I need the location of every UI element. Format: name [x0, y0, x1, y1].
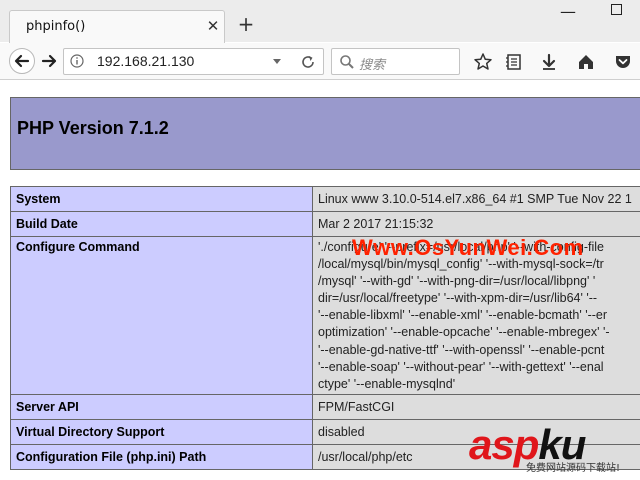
row-label: Configure Command	[16, 240, 140, 254]
info-icon[interactable]	[70, 54, 84, 68]
row-label: Virtual Directory Support	[16, 424, 165, 439]
url-dropdown-icon[interactable]	[272, 58, 282, 66]
reading-list-icon[interactable]	[504, 52, 524, 72]
navigation-bar: 192.168.21.130 搜索	[0, 43, 640, 80]
table-row: Server API FPM/FastCGI	[10, 393, 640, 420]
watermark-slogan: 免费网站源码下载站!	[526, 463, 621, 474]
tab-close-icon[interactable]: ✕	[204, 17, 222, 35]
table-row: System Linux www 3.10.0-514.el7.x86_64 #1…	[10, 186, 640, 212]
address-bar[interactable]: 192.168.21.130	[63, 48, 324, 75]
row-value-line: '--enable-libxml' '--enable-xml' '--enab…	[318, 308, 608, 323]
tab-title: phpinfo()	[26, 19, 86, 34]
search-placeholder: 搜索	[359, 58, 386, 73]
row-value-line: '--enable-gd-native-ttf' '--with-openssl…	[318, 342, 605, 357]
row-value-cell: FPM/FastCGI	[312, 393, 640, 420]
search-icon	[340, 55, 354, 69]
row-value-cell: Linux www 3.10.0-514.el7.x86_64 #1 SMP T…	[312, 186, 640, 212]
row-label-cell: Configuration File (php.ini) Path	[10, 443, 313, 470]
row-label: Build Date	[16, 217, 78, 231]
row-value-line: Mar 2 2017 21:15:32	[318, 217, 434, 231]
row-value-line: '--enable-soap' '--without-pear' '--with…	[318, 359, 604, 374]
back-button[interactable]	[9, 48, 35, 74]
row-value-line: optimization' '--enable-opcache' '--enab…	[318, 325, 610, 340]
pocket-icon[interactable]	[613, 52, 633, 72]
url-text[interactable]: 192.168.21.130	[97, 53, 194, 69]
row-label: System	[16, 192, 61, 206]
row-value-cell: Mar 2 2017 21:15:32	[312, 211, 640, 237]
home-icon[interactable]	[576, 52, 596, 72]
table-row: Build Date Mar 2 2017 21:15:32	[10, 211, 640, 237]
row-label-cell: Virtual Directory Support	[10, 418, 313, 445]
row-value-line: /mysql' '--with-gd' '--with-png-dir=/usr…	[318, 274, 596, 289]
search-box[interactable]: 搜索	[331, 48, 460, 75]
forward-arrow-icon[interactable]	[40, 51, 60, 71]
download-icon[interactable]	[539, 52, 559, 72]
title-bar: phpinfo() ✕ + —	[0, 0, 640, 44]
row-value-line: Linux www 3.10.0-514.el7.x86_64 #1 SMP T…	[318, 192, 632, 206]
window-minimize-icon[interactable]: —	[560, 2, 576, 21]
page-title: PHP Version 7.1.2	[17, 118, 169, 138]
new-tab-icon[interactable]: +	[236, 14, 256, 34]
watermark-site: Www.OsYunWei.Com	[352, 235, 584, 260]
reload-icon[interactable]	[300, 54, 316, 70]
row-value-line: dir=/usr/local/freetype' '--with-xpm-dir…	[318, 291, 598, 306]
row-label-cell: Build Date	[10, 211, 313, 237]
row-label: Configuration File (php.ini) Path	[16, 449, 207, 464]
window-maximize-icon[interactable]	[611, 4, 622, 15]
browser-tab[interactable]: phpinfo() ✕	[9, 10, 225, 44]
row-label: Server API	[16, 399, 79, 414]
row-value-line: FPM/FastCGI	[318, 399, 395, 414]
row-label-cell: System	[10, 186, 313, 212]
page-content: PHP Version 7.1.2 System Linux www 3.10.0…	[0, 81, 640, 480]
row-value-line: ctype' '--enable-mysqlnd'	[318, 376, 456, 391]
bookmark-star-icon[interactable]	[473, 52, 493, 72]
row-label-cell: Configure Command	[10, 236, 313, 395]
php-version-header: PHP Version 7.1.2	[10, 97, 640, 170]
back-arrow-icon	[14, 54, 30, 68]
row-label-cell: Server API	[10, 393, 313, 420]
